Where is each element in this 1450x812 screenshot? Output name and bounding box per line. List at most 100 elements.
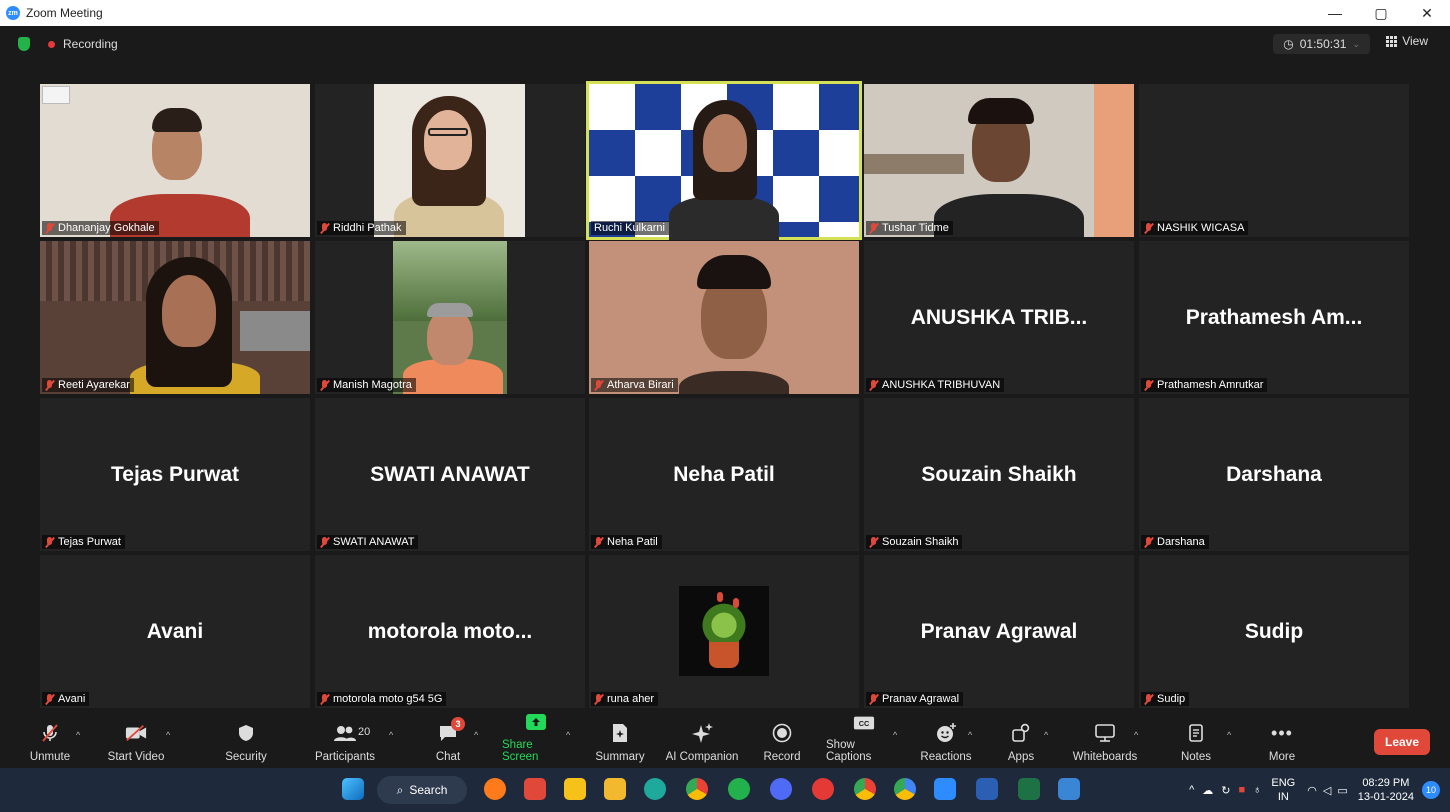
chrome-profile-icon[interactable] — [854, 778, 876, 800]
video-options-chevron-icon[interactable]: ^ — [166, 730, 170, 740]
participant-tile[interactable]: Tushar Tidme — [864, 84, 1134, 237]
apps-button[interactable]: Apps — [1004, 714, 1038, 768]
reactions-options-chevron-icon[interactable]: ^ — [968, 730, 972, 740]
windows-start-icon[interactable] — [342, 778, 364, 800]
mic-muted-icon — [594, 693, 603, 705]
participant-tile[interactable]: Tejas Purwat Tejas Purwat — [40, 398, 310, 551]
captions-options-chevron-icon[interactable]: ^ — [893, 730, 897, 740]
share-screen-button[interactable]: Share Screen — [502, 714, 570, 768]
participant-tile[interactable]: Riddhi Pathak — [315, 84, 585, 237]
onedrive-icon[interactable]: ☁ — [1202, 784, 1213, 797]
participant-tile[interactable]: ANUSHKA TRIB... ANUSHKA TRIBHUVAN — [864, 241, 1134, 394]
participant-tile[interactable]: Neha Patil Neha Patil — [589, 398, 859, 551]
meeting-timer[interactable]: ◷ 01:50:31 ⌄ — [1273, 34, 1370, 54]
word-icon[interactable] — [976, 778, 998, 800]
mic-muted-icon — [45, 222, 54, 234]
chrome-icon[interactable] — [686, 778, 708, 800]
participant-tile[interactable]: Darshana Darshana — [1139, 398, 1409, 551]
view-button[interactable]: View — [1386, 34, 1428, 48]
chat-button[interactable]: 3 Chat — [428, 714, 468, 768]
youtube-icon[interactable] — [812, 778, 834, 800]
tray-overflow-chevron-icon[interactable]: ^ — [1189, 784, 1194, 796]
mic-muted-icon — [320, 693, 329, 705]
whiteboards-options-chevron-icon[interactable]: ^ — [1134, 730, 1138, 740]
participant-tile[interactable]: Dhananjay Gokhale — [40, 84, 310, 237]
participant-display-name: Souzain Shaikh — [921, 462, 1077, 486]
notes-options-chevron-icon[interactable]: ^ — [1227, 730, 1231, 740]
minimize-button[interactable]: — — [1312, 0, 1358, 26]
wifi-icon[interactable]: ◠ — [1307, 784, 1317, 797]
notepad-icon[interactable] — [1058, 778, 1080, 800]
participant-tile[interactable]: Manish Magotra — [315, 241, 585, 394]
app-blue-icon[interactable] — [770, 778, 792, 800]
record-button[interactable]: Record — [762, 714, 802, 768]
participant-tile[interactable]: Reeti Ayarekar — [40, 241, 310, 394]
mic-muted-icon — [1144, 379, 1153, 391]
network-activity-icon[interactable]: ↻ — [1221, 784, 1230, 797]
file-explorer-icon[interactable] — [604, 778, 626, 800]
windows-taskbar: ⌕ Search ^ ☁ ↻ ■ ♁ ENG IN ◠ ◁ ▭ 08:29 PM… — [0, 768, 1450, 812]
mic-muted-icon — [869, 379, 878, 391]
more-button[interactable]: ••• More — [1266, 714, 1298, 768]
window-title: Zoom Meeting — [26, 6, 103, 20]
profile-picture-avatar — [679, 586, 769, 676]
mic-muted-icon — [1144, 536, 1153, 548]
chrome-profile-2-icon[interactable] — [894, 778, 916, 800]
participants-options-chevron-icon[interactable]: ^ — [389, 730, 393, 740]
taskbar-clock[interactable]: 08:29 PM 13-01-2024 — [1358, 776, 1414, 804]
chevron-down-icon: ⌄ — [1352, 38, 1360, 49]
sticky-notes-icon[interactable] — [564, 778, 586, 800]
zoom-taskbar-icon[interactable] — [934, 778, 956, 800]
battery-icon[interactable]: ▭ — [1337, 784, 1347, 797]
participants-button[interactable]: 20 Participants — [314, 714, 376, 768]
audio-options-chevron-icon[interactable]: ^ — [76, 730, 80, 740]
apps-options-chevron-icon[interactable]: ^ — [1044, 730, 1048, 740]
encryption-shield-icon[interactable] — [18, 37, 30, 51]
app-tray-icon[interactable]: ■ — [1238, 784, 1245, 796]
edge-icon[interactable] — [644, 778, 666, 800]
participant-name-label: NASHIK WICASA — [1141, 221, 1249, 235]
participant-tile[interactable]: SWATI ANAWAT SWATI ANAWAT — [315, 398, 585, 551]
app-green-icon[interactable] — [728, 778, 750, 800]
excel-icon[interactable] — [1018, 778, 1040, 800]
notes-icon — [1185, 723, 1207, 743]
microphone-tray-icon[interactable]: ♁ — [1253, 784, 1261, 796]
maximize-button[interactable]: ▢ — [1358, 0, 1404, 26]
firefox-icon[interactable] — [484, 778, 506, 800]
participant-tile[interactable]: runa aher — [589, 555, 859, 708]
ai-companion-button[interactable]: AI Companion — [664, 714, 740, 768]
notification-count-badge[interactable]: 10 — [1422, 781, 1440, 799]
participant-tile[interactable]: motorola moto... motorola moto g54 5G — [315, 555, 585, 708]
taskbar-search-box[interactable]: ⌕ Search — [377, 776, 467, 804]
participant-tile[interactable]: Souzain Shaikh Souzain Shaikh — [864, 398, 1134, 551]
summary-button[interactable]: Summary — [594, 714, 646, 768]
participant-name-label: Manish Magotra — [317, 378, 416, 392]
close-button[interactable]: ✕ — [1404, 0, 1450, 26]
show-captions-button[interactable]: CC Show Captions — [826, 714, 902, 768]
window-titlebar: zm Zoom Meeting — ▢ ✕ — [0, 0, 1450, 26]
whiteboards-button[interactable]: Whiteboards — [1070, 714, 1140, 768]
mic-muted-icon — [869, 536, 878, 548]
participant-tile[interactable]: Avani Avani — [40, 555, 310, 708]
participant-tile-active-speaker[interactable]: Ruchi Kulkarni — [586, 81, 862, 240]
security-button[interactable]: Security — [224, 714, 268, 768]
chat-options-chevron-icon[interactable]: ^ — [474, 730, 478, 740]
language-indicator[interactable]: ENG IN — [1271, 776, 1295, 804]
participant-tile[interactable]: Atharva Birari — [589, 241, 859, 394]
recording-indicator[interactable]: Recording — [48, 37, 118, 51]
participant-display-name: Prathamesh Am... — [1185, 305, 1363, 329]
start-video-button[interactable]: Start Video — [106, 714, 166, 768]
app-red-icon[interactable] — [524, 778, 546, 800]
volume-icon[interactable]: ◁ — [1323, 784, 1331, 797]
participant-tile[interactable]: NASHIK WICASA — [1139, 84, 1409, 237]
participant-tile[interactable]: Sudip Sudip — [1139, 555, 1409, 708]
participant-name-label: Prathamesh Amrutkar — [1141, 378, 1268, 392]
participant-tile[interactable]: Prathamesh Am... Prathamesh Amrutkar — [1139, 241, 1409, 394]
participant-tile[interactable]: Pranav Agrawal Pranav Agrawal — [864, 555, 1134, 708]
reactions-button[interactable]: Reactions — [920, 714, 972, 768]
leave-meeting-button[interactable]: Leave — [1374, 729, 1430, 755]
share-options-chevron-icon[interactable]: ^ — [566, 730, 570, 740]
unmute-button[interactable]: Unmute — [28, 714, 72, 768]
participant-name-label: Tejas Purwat — [42, 535, 125, 549]
notes-button[interactable]: Notes — [1178, 714, 1214, 768]
